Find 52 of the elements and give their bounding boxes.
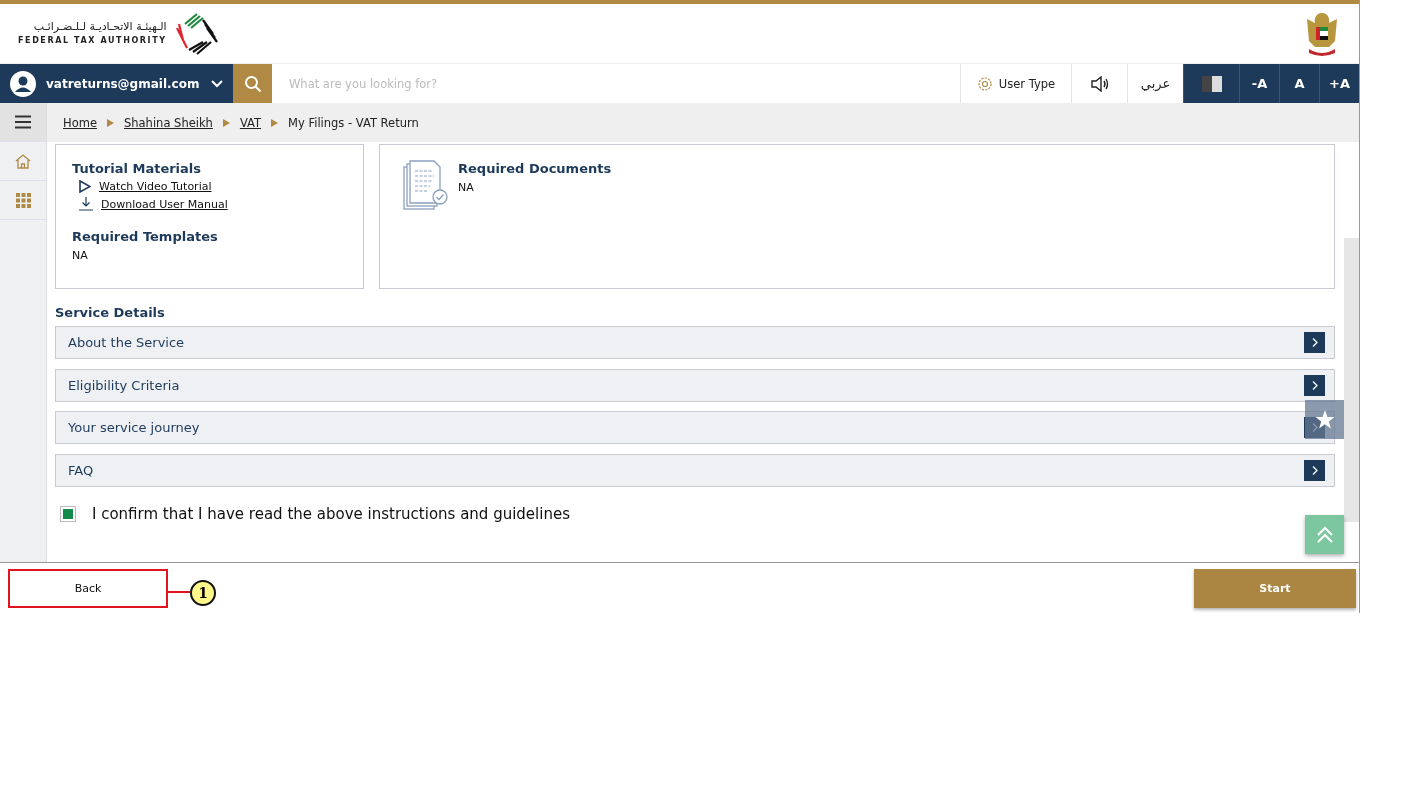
back-button[interactable]: Back	[8, 568, 168, 608]
templates-value: NA	[72, 249, 88, 262]
checkbox[interactable]	[60, 506, 76, 522]
chevron-right-icon	[1304, 459, 1325, 481]
leader-line	[168, 591, 190, 593]
documents-icon	[402, 159, 450, 213]
breadcrumb-link[interactable]: VAT	[239, 115, 262, 130]
breadcrumb-arrow-icon	[106, 118, 114, 127]
download-icon	[79, 197, 93, 211]
breadcrumb-current: My Filings - VAT Return	[288, 115, 419, 130]
search-button[interactable]	[233, 64, 272, 103]
breadcrumb-arrow-icon	[222, 118, 230, 127]
breadcrumb-link[interactable]: Shahina Sheikh	[123, 115, 213, 130]
logo-text: FEDERAL TAX AUTHORITY	[18, 36, 167, 46]
home-icon	[15, 153, 31, 169]
contrast-icon	[1201, 75, 1222, 92]
documents-value: NA	[458, 181, 475, 194]
scrollbar-thumb[interactable]	[1344, 238, 1359, 522]
accordion-item[interactable]: Eligibility Criteria	[55, 368, 1335, 402]
chevron-right-icon	[1304, 332, 1325, 353]
favorite-button[interactable]	[1305, 400, 1344, 439]
font-size-button[interactable]: +A	[1319, 64, 1359, 103]
accordion-item[interactable]: About the Service	[55, 326, 1335, 359]
menu-icon	[15, 115, 31, 129]
play-icon	[79, 180, 91, 193]
tutorial-link[interactable]: Watch Video Tutorial	[79, 180, 212, 193]
search-icon	[243, 74, 262, 93]
logo-arabic-text: الـهيئـة الاتحـاديـة لـلـضـرائـب	[33, 21, 167, 33]
section-title: Required Templates	[72, 229, 218, 244]
confirm-text: I confirm that I have read the above instructions and guidelines	[92, 505, 570, 523]
double-chevron-up-icon	[1315, 525, 1334, 544]
user-account-menu[interactable]: vatreturns@gmail.com	[0, 64, 233, 103]
user-avatar-icon	[10, 70, 36, 97]
font-size-button[interactable]: A	[1279, 64, 1319, 103]
accordion-item[interactable]: Your service journey	[55, 411, 1335, 444]
grid-icon	[15, 192, 31, 208]
menu-button[interactable]	[0, 103, 46, 142]
font-size-button[interactable]: -A	[1239, 64, 1279, 103]
section-title: Required Documents	[458, 161, 612, 176]
chevron-right-icon	[1304, 374, 1325, 396]
callout-marker: 1	[190, 579, 216, 606]
chevron-down-icon	[211, 79, 223, 88]
section-title: Service Details	[55, 305, 166, 320]
settings-icon	[976, 75, 993, 92]
tutorial-link[interactable]: Download User Manual	[79, 197, 228, 211]
speaker-icon	[1089, 75, 1110, 92]
star-icon	[1314, 410, 1335, 429]
accordion-item[interactable]: FAQ	[55, 453, 1335, 487]
contrast-button[interactable]	[1183, 64, 1239, 103]
breadcrumb-arrow-icon	[271, 118, 279, 127]
breadcrumb-link[interactable]: Home	[63, 115, 97, 130]
section-title: Tutorial Materials	[72, 161, 202, 176]
